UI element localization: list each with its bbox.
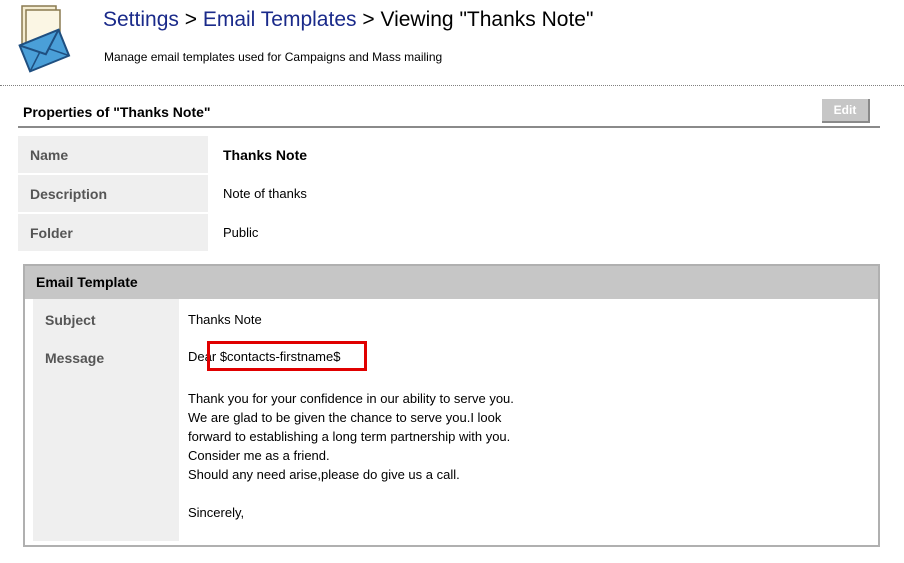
property-row-folder: Folder Public xyxy=(18,214,880,253)
breadcrumb-separator: > xyxy=(356,8,381,31)
email-template-icon xyxy=(12,4,74,74)
property-value: Public xyxy=(223,225,259,240)
property-label: Description xyxy=(18,175,208,213)
email-template-title: Email Template xyxy=(25,266,878,299)
message-body-line: Should any need arise,please do give us … xyxy=(188,467,460,482)
breadcrumb: Settings > Email Templates > Viewing "Th… xyxy=(103,8,593,32)
property-row-name: Name Thanks Note xyxy=(18,136,880,175)
message-body-line: We are glad to be given the chance to se… xyxy=(188,410,502,425)
properties-divider xyxy=(18,126,880,128)
properties-title: Properties of "Thanks Note" xyxy=(23,104,211,120)
message-body-line: Consider me as a friend. xyxy=(188,448,330,463)
subject-label: Subject xyxy=(45,312,96,328)
message-body-line: Thank you for your confidence in our abi… xyxy=(188,391,514,406)
page-header: Settings > Email Templates > Viewing "Th… xyxy=(0,0,904,85)
breadcrumb-current: Viewing "Thanks Note" xyxy=(380,8,594,31)
property-label: Name xyxy=(18,136,208,174)
variable-highlight-box xyxy=(207,341,367,371)
breadcrumb-email-templates-link[interactable]: Email Templates xyxy=(203,8,357,31)
email-template-panel: Email Template Subject Message Thanks No… xyxy=(23,264,880,547)
edit-button[interactable]: Edit xyxy=(822,99,870,123)
property-label: Folder xyxy=(18,214,208,252)
breadcrumb-settings-link[interactable]: Settings xyxy=(103,8,179,31)
property-value: Thanks Note xyxy=(223,147,308,163)
template-label-column: Subject Message xyxy=(33,299,179,541)
property-row-description: Description Note of thanks xyxy=(18,175,880,214)
header-divider xyxy=(0,85,904,86)
page-subtitle: Manage email templates used for Campaign… xyxy=(104,50,443,64)
subject-value: Thanks Note xyxy=(188,312,262,327)
message-body-line: forward to establishing a long term part… xyxy=(188,429,511,444)
breadcrumb-separator: > xyxy=(178,8,203,31)
message-closing: Sincerely, xyxy=(188,505,245,520)
message-label: Message xyxy=(45,350,105,366)
property-value: Note of thanks xyxy=(223,186,307,201)
